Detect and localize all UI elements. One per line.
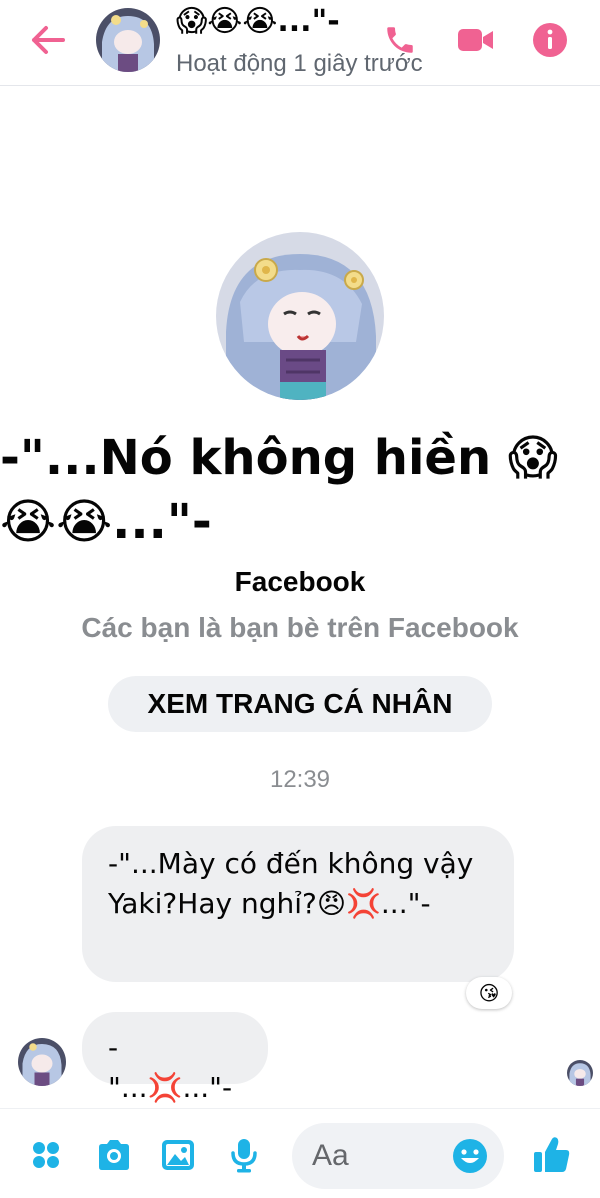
video-camera-icon: [458, 29, 493, 51]
conversation-header: 😱😭😭..."- Hoạt động 1 giây trước: [0, 0, 600, 86]
seen-indicator-avatar: [567, 1060, 593, 1086]
video-call-button[interactable]: [454, 18, 498, 62]
four-dots-icon: [33, 1142, 59, 1168]
contact-name[interactable]: 😱😭😭..."-: [176, 4, 340, 39]
emoji-button[interactable]: [448, 1134, 492, 1178]
microphone-icon: [231, 1139, 257, 1173]
camera-button[interactable]: [92, 1133, 136, 1177]
camera-icon: [99, 1140, 129, 1170]
friendship-note: Các bạn là bạn bè trên Facebook: [81, 612, 519, 643]
image-icon: [162, 1140, 194, 1170]
message-reaction[interactable]: 😘: [466, 977, 512, 1009]
view-profile-button[interactable]: XEM TRANG CÁ NHÂN: [108, 676, 492, 732]
thumbs-up-icon: [534, 1137, 570, 1172]
profile-name: -"...Nó không hiền 😱😭😭..."-: [0, 430, 558, 550]
sender-avatar[interactable]: [18, 1038, 66, 1086]
platform-label: Facebook: [234, 566, 366, 597]
message-input[interactable]: [312, 1133, 452, 1179]
smiley-icon: [453, 1139, 487, 1173]
call-button[interactable]: [378, 18, 422, 62]
gallery-button[interactable]: [156, 1133, 200, 1177]
info-icon: [533, 23, 567, 57]
arrow-left-icon: [32, 26, 65, 54]
info-button[interactable]: [528, 18, 572, 62]
like-button[interactable]: [530, 1133, 574, 1177]
message-timestamp: 12:39: [269, 766, 331, 793]
phone-icon: [387, 27, 413, 53]
voice-button[interactable]: [222, 1133, 266, 1177]
message-bubble[interactable]: -"...Mày có đến không vậy Yaki?Hay nghỉ?…: [82, 826, 514, 982]
contact-avatar[interactable]: [96, 8, 160, 72]
message-composer: [0, 1108, 600, 1198]
message-input-box[interactable]: [292, 1123, 504, 1189]
more-actions-button[interactable]: [24, 1133, 68, 1177]
back-button[interactable]: [24, 18, 72, 62]
profile-avatar[interactable]: [216, 232, 384, 400]
message-bubble[interactable]: -"...💢..."-: [82, 1012, 268, 1104]
